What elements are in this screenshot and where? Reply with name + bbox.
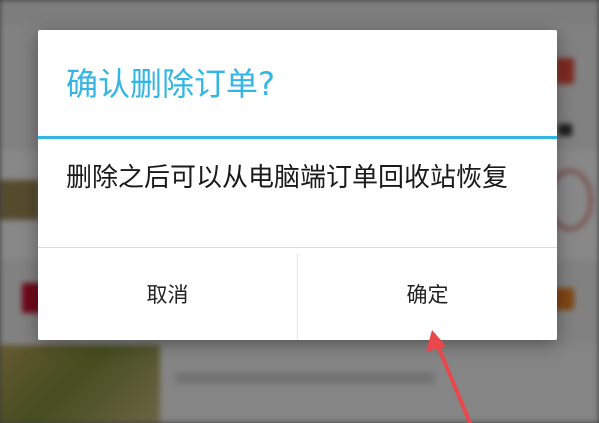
title-divider	[38, 136, 557, 139]
dialog-button-bar: 取消 确定	[38, 248, 557, 340]
dialog-message: 删除之后可以从电脑端订单回收站恢复	[66, 163, 509, 193]
cancel-button[interactable]: 取消	[38, 248, 297, 340]
dialog-title: 确认删除订单?	[66, 65, 275, 103]
confirm-button[interactable]: 确定	[298, 248, 557, 340]
confirm-delete-dialog: 确认删除订单? 删除之后可以从电脑端订单回收站恢复 取消 确定	[38, 30, 557, 340]
